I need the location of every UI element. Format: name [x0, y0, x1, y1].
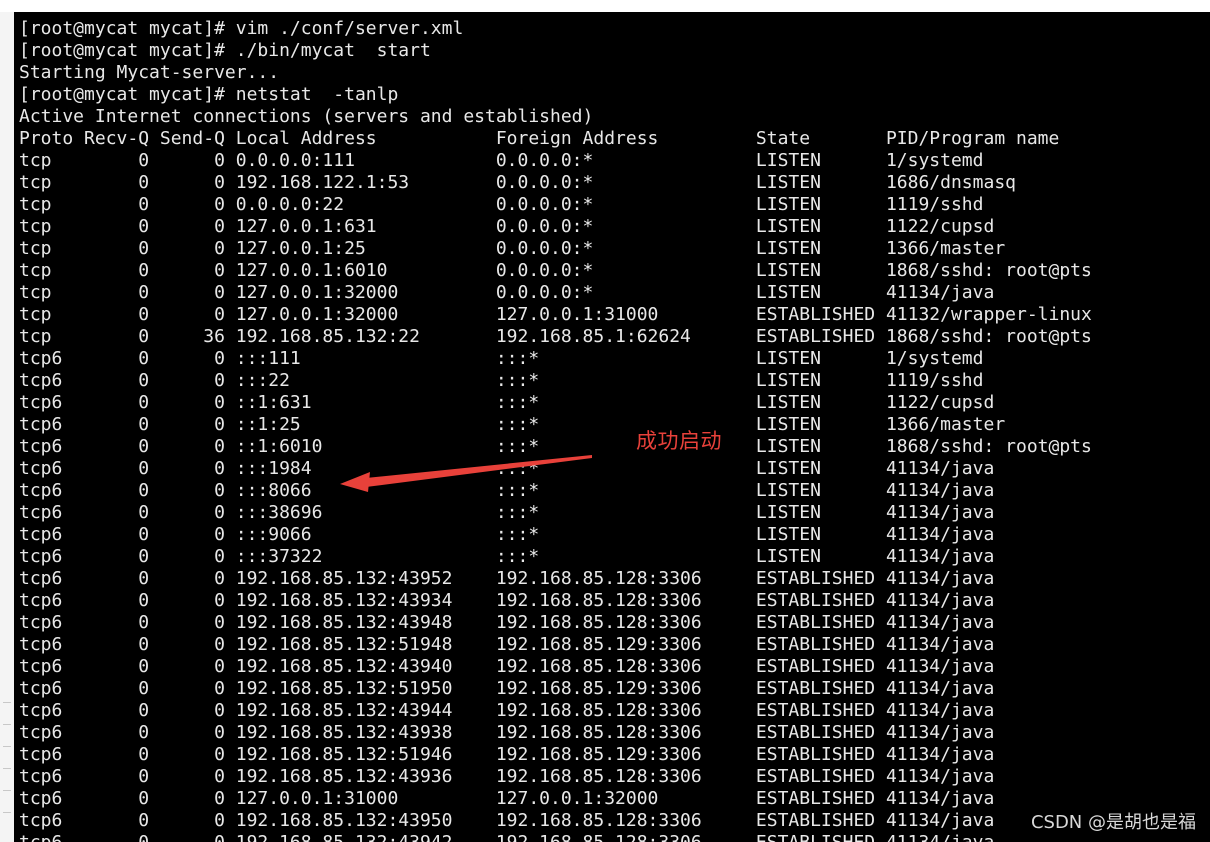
terminal-line: tcp6 0 0 192.168.85.132:43936 192.168.85… [19, 766, 995, 787]
watermark: CSDN @是胡也是福 [1030, 812, 1196, 833]
terminal-line: [root@mycat mycat]# netstat -tanlp [19, 84, 399, 105]
terminal-line: tcp6 0 0 192.168.85.132:43950 192.168.85… [19, 810, 995, 831]
screenshot-frame: [root@mycat mycat]# vim ./conf/server.xm… [0, 0, 1210, 842]
terminal-line: tcp 0 0 127.0.0.1:631 0.0.0.0:* LISTEN 1… [19, 216, 995, 237]
gutter-tick [3, 746, 11, 747]
terminal-line: tcp 0 36 192.168.85.132:22 192.168.85.1:… [19, 326, 1092, 347]
left-gutter [0, 12, 15, 842]
terminal-line: tcp6 0 0 192.168.85.132:51950 192.168.85… [19, 678, 995, 699]
gutter-tick [3, 768, 11, 769]
gutter-tick [3, 702, 11, 703]
terminal-line: Starting Mycat-server... [19, 62, 280, 83]
terminal-line: tcp 0 0 127.0.0.1:32000 0.0.0.0:* LISTEN… [19, 282, 995, 303]
terminal-line: tcp6 0 0 :::8066 :::* LISTEN 41134/java [19, 480, 995, 501]
terminal-line: tcp6 0 0 192.168.85.132:43940 192.168.85… [19, 656, 995, 677]
terminal-line: tcp6 0 0 192.168.85.132:51946 192.168.85… [19, 744, 995, 765]
terminal-line: Proto Recv-Q Send-Q Local Address Foreig… [19, 128, 1060, 149]
terminal-line: tcp 0 0 127.0.0.1:25 0.0.0.0:* LISTEN 13… [19, 238, 1006, 259]
terminal-line: tcp6 0 0 192.168.85.132:43938 192.168.85… [19, 722, 995, 743]
terminal-line: [root@mycat mycat]# ./bin/mycat start [19, 40, 431, 61]
terminal-line: tcp6 0 0 :::111 :::* LISTEN 1/systemd [19, 348, 984, 369]
terminal-line: tcp6 0 0 192.168.85.132:43942 192.168.85… [19, 832, 1092, 842]
terminal-line: tcp 0 0 127.0.0.1:32000 127.0.0.1:31000 … [19, 304, 1092, 325]
gutter-tick [3, 724, 11, 725]
terminal-line: tcp 0 0 0.0.0.0:111 0.0.0.0:* LISTEN 1/s… [19, 150, 984, 171]
terminal-line: tcp6 0 0 127.0.0.1:31000 127.0.0.1:32000… [19, 788, 995, 809]
terminal-line: tcp6 0 0 192.168.85.132:51948 192.168.85… [19, 634, 995, 655]
terminal-line: tcp6 0 0 ::1:6010 :::* LISTEN 1868/sshd:… [19, 436, 1092, 457]
annotation-label: 成功启动 [636, 429, 722, 453]
terminal-line: Active Internet connections (servers and… [19, 106, 594, 127]
terminal-line: tcp6 0 0 192.168.85.132:43934 192.168.85… [19, 590, 995, 611]
terminal-line: tcp6 0 0 192.168.85.132:43944 192.168.85… [19, 700, 995, 721]
terminal-line: tcp6 0 0 192.168.85.132:43948 192.168.85… [19, 612, 995, 633]
terminal-line: tcp 0 0 127.0.0.1:6010 0.0.0.0:* LISTEN … [19, 260, 1092, 281]
gutter-tick [3, 812, 11, 813]
terminal-line: tcp 0 0 0.0.0.0:22 0.0.0.0:* LISTEN 1119… [19, 194, 984, 215]
gutter-tick [3, 790, 11, 791]
terminal-line: tcp6 0 0 ::1:25 :::* LISTEN 1366/master [19, 414, 1006, 435]
terminal-line: tcp6 0 0 :::9066 :::* LISTEN 41134/java [19, 524, 995, 545]
terminal-line: [root@mycat mycat]# vim ./conf/server.xm… [19, 18, 464, 39]
terminal-line: tcp 0 0 192.168.122.1:53 0.0.0.0:* LISTE… [19, 172, 1016, 193]
terminal-line: tcp6 0 0 :::1984 :::* LISTEN 41134/java [19, 458, 995, 479]
terminal-line: tcp6 0 0 ::1:631 :::* LISTEN 1122/cupsd [19, 392, 995, 413]
terminal-line: tcp6 0 0 :::37322 :::* LISTEN 41134/java [19, 546, 995, 567]
terminal-line: tcp6 0 0 :::22 :::* LISTEN 1119/sshd [19, 370, 984, 391]
terminal-line: tcp6 0 0 192.168.85.132:43952 192.168.85… [19, 568, 995, 589]
terminal-window[interactable]: [root@mycat mycat]# vim ./conf/server.xm… [14, 12, 1210, 842]
terminal-line: tcp6 0 0 :::38696 :::* LISTEN 41134/java [19, 502, 995, 523]
terminal-output: [root@mycat mycat]# vim ./conf/server.xm… [19, 18, 1092, 842]
